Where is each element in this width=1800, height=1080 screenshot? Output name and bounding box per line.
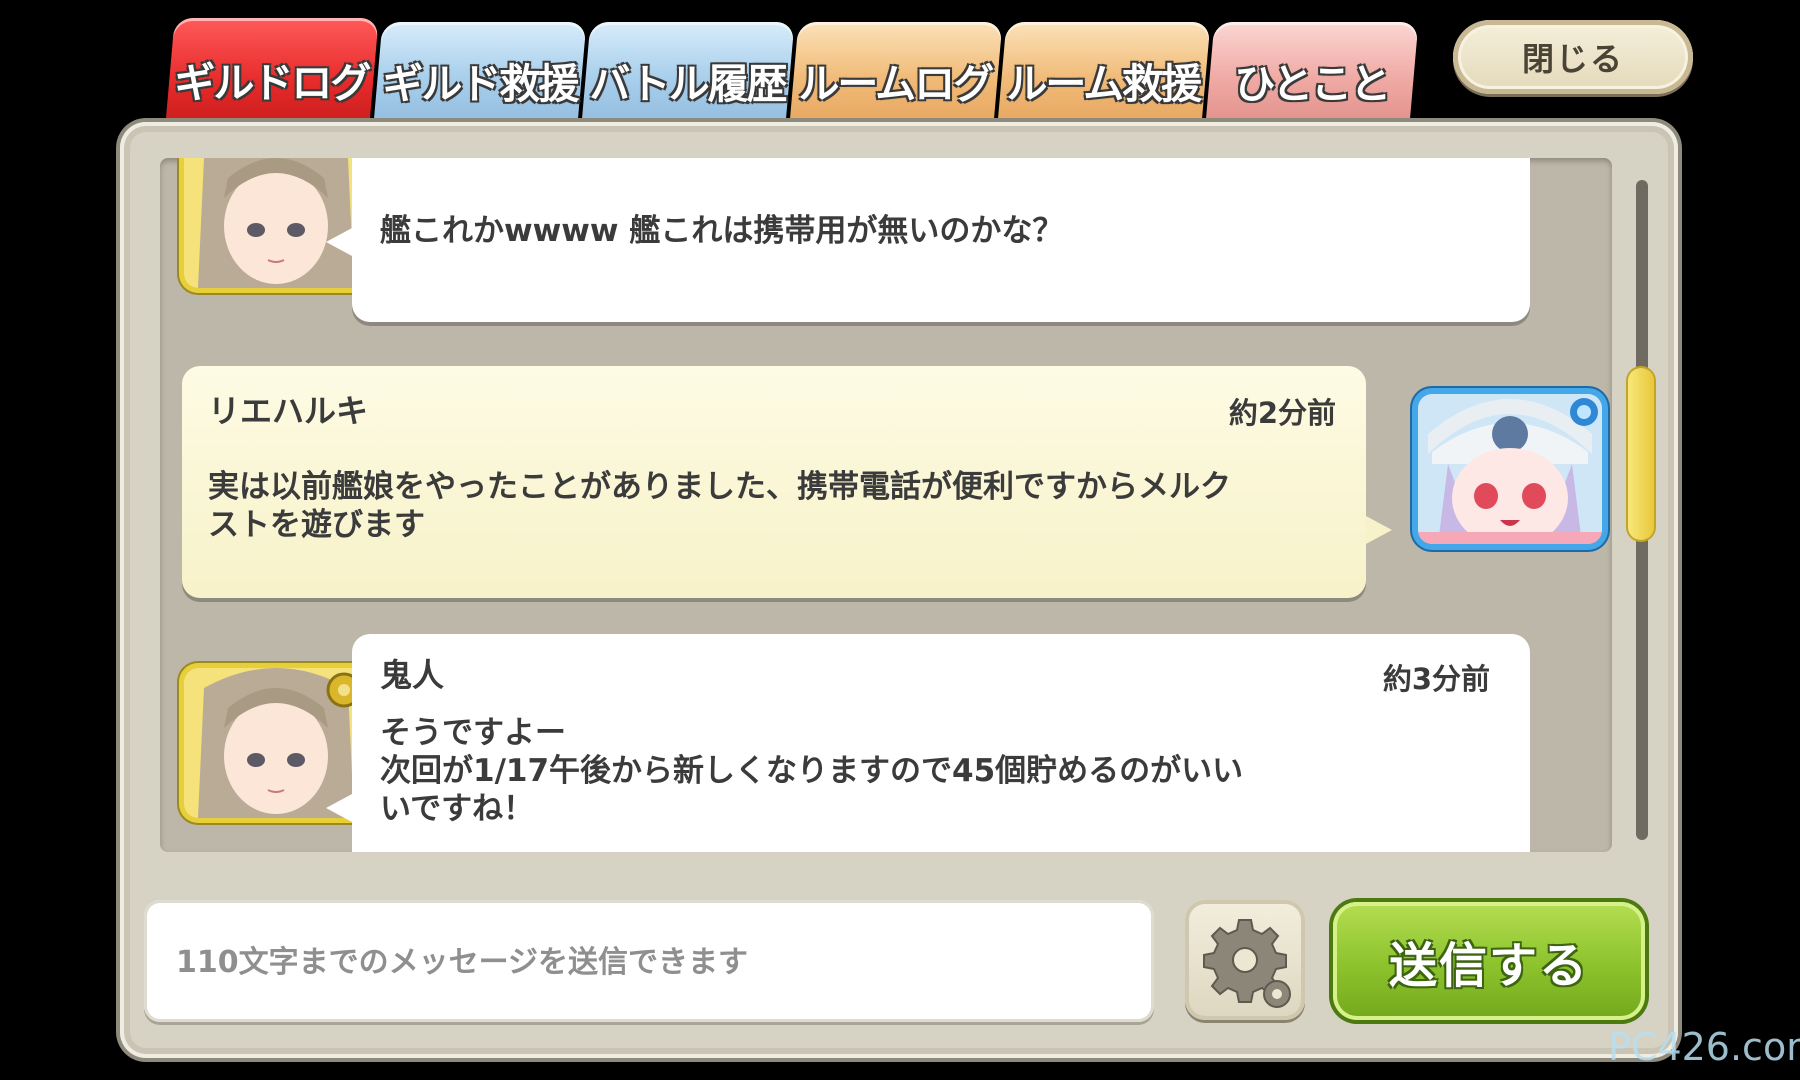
sender-name: リエハルキ bbox=[208, 392, 369, 430]
bubble-tail bbox=[1366, 516, 1392, 544]
message-bubble: 艦これかwwww 艦これは携帯用が無いのかな？ bbox=[352, 158, 1530, 322]
tab-label: バトル履歴 bbox=[589, 60, 786, 108]
tab-label: ひとこと bbox=[1233, 60, 1389, 108]
message-text: そうですよー 次回が1/17午後から新しくなりますので45個貯めるのがいい いで… bbox=[380, 715, 1244, 827]
tab-room-rescue[interactable]: ルーム救援 bbox=[997, 22, 1211, 124]
scrollbar-thumb[interactable] bbox=[1628, 368, 1654, 540]
girl-portrait-icon bbox=[184, 158, 368, 288]
message-input[interactable] bbox=[174, 900, 1128, 1024]
tab-label: ルーム救援 bbox=[1006, 60, 1201, 108]
bubble-tail bbox=[326, 228, 352, 256]
bubble-tail bbox=[326, 794, 352, 822]
close-button[interactable]: 閉じる bbox=[1453, 20, 1693, 94]
gear-icon bbox=[1203, 919, 1291, 1008]
watermark-logo: PC426.com bbox=[1608, 1025, 1800, 1069]
settings-button[interactable] bbox=[1185, 900, 1305, 1020]
chat-log[interactable]: 艦これかwwww 艦これは携帯用が無いのかな？ リエハルキ 約2分前 実は以前艦… bbox=[160, 158, 1612, 852]
message-time: 約2分前 bbox=[1228, 396, 1336, 430]
cap-girl-portrait-icon bbox=[1418, 394, 1602, 544]
message-text: 艦これかwwww 艦これは携帯用が無いのかな？ bbox=[380, 213, 1064, 249]
message-time: 約3分前 bbox=[1382, 662, 1490, 696]
tab-hitokoto[interactable]: ひとこと bbox=[1205, 22, 1419, 124]
tab-label: ルームログ bbox=[798, 60, 993, 108]
avatar[interactable] bbox=[184, 158, 368, 288]
avatar[interactable] bbox=[1418, 394, 1602, 544]
tab-battle-history[interactable]: バトル履歴 bbox=[581, 22, 795, 124]
message-text: 実は以前艦娘をやったことがありました、携帯電話が便利ですからメルク ストを遊びま… bbox=[208, 469, 1231, 543]
tab-label: ギルド救援 bbox=[381, 60, 577, 108]
tab-guild-rescue[interactable]: ギルド救援 bbox=[373, 22, 587, 124]
message-bubble: 鬼人 約3分前 そうですよー 次回が1/17午後から新しくなりますので45個貯め… bbox=[352, 634, 1530, 852]
tab-label: ギルドログ bbox=[173, 59, 369, 107]
sender-name: 鬼人 bbox=[380, 656, 445, 694]
message-input-container bbox=[144, 900, 1154, 1024]
tab-room-log[interactable]: ルームログ bbox=[789, 22, 1003, 124]
tab-bar: ギルドログ ギルド救援 バトル履歴 ルームログ ルーム救援 ひとこと bbox=[165, 18, 1460, 130]
message-bubble: リエハルキ 約2分前 実は以前艦娘をやったことがありました、携帯電話が便利ですか… bbox=[182, 366, 1366, 598]
tab-guild-log[interactable]: ギルドログ bbox=[165, 18, 379, 126]
send-button[interactable]: 送信する bbox=[1333, 902, 1645, 1020]
